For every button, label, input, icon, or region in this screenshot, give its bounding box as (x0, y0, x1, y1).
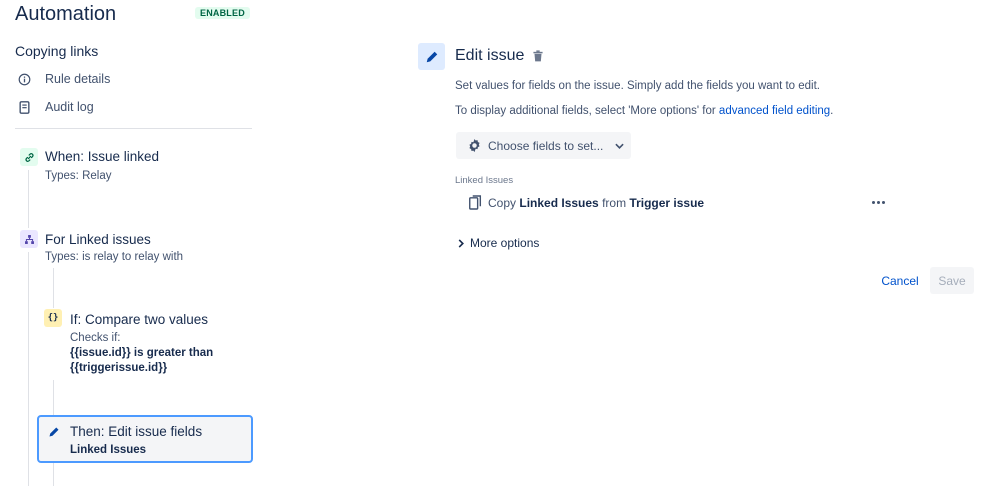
nav-rule-details-label: Rule details (45, 72, 111, 86)
branch-connector (53, 463, 54, 486)
action-subtitle: Linked Issues (70, 444, 147, 456)
branch-subtitle: Types: is relay to relay with (45, 251, 184, 263)
document-icon (16, 99, 32, 115)
rule-name: Copying links (15, 43, 99, 59)
condition-expression: {{issue.id}} is greater than (70, 347, 214, 359)
condition-title: If: Compare two values (70, 312, 209, 327)
trigger-step[interactable]: When: Issue linked Types: Relay (0, 146, 252, 186)
desc-text: To display additional fields, select 'Mo… (455, 105, 719, 117)
more-options-label: More options (470, 236, 540, 250)
trigger-title: When: Issue linked (45, 149, 160, 164)
nav-audit-log-label: Audit log (45, 100, 94, 114)
action-step-selected[interactable]: Then: Edit issue fields Linked Issues (37, 415, 253, 463)
gear-icon (467, 138, 482, 153)
branch-step[interactable]: For Linked issues Types: is relay to rel… (0, 228, 252, 268)
page-title: Automation (15, 3, 117, 25)
condition-detail: Checks if: (70, 332, 121, 344)
choose-fields-label: Choose fields to set... (488, 138, 604, 153)
copy-source: Trigger issue (629, 195, 705, 210)
branch-connector (53, 380, 54, 415)
braces-icon: {} (44, 309, 62, 327)
more-actions-icon[interactable] (868, 194, 888, 210)
chevron-right-icon (458, 238, 464, 248)
nav-audit-log[interactable]: Audit log (16, 99, 94, 115)
copy-text: Copy Linked Issues from Trigger issue (488, 196, 704, 210)
chevron-down-icon (615, 143, 625, 149)
copy-middle: from (598, 195, 630, 210)
panel-title: Edit issue (455, 47, 525, 64)
panel-description: Set values for fields on the issue. Simp… (455, 80, 821, 92)
cancel-button[interactable]: Cancel (876, 268, 924, 294)
trash-icon[interactable] (531, 49, 544, 63)
rule-sidebar: Automation ENABLED Copying links Rule de… (0, 0, 262, 486)
advanced-field-editing-link[interactable]: advanced field editing (719, 105, 830, 117)
choose-fields-button[interactable]: Choose fields to set... (456, 132, 631, 159)
copy-icon (469, 195, 482, 210)
divider (15, 128, 252, 129)
edit-issue-icon (418, 43, 445, 70)
branch-icon (20, 230, 38, 248)
linked-issues-copy-row: Copy Linked Issues from Trigger issue (469, 195, 704, 210)
info-icon (16, 71, 32, 87)
trigger-subtitle: Types: Relay (45, 170, 112, 182)
field-label-linked-issues: Linked Issues (455, 175, 514, 186)
nav-rule-details[interactable]: Rule details (16, 71, 110, 87)
panel-description-advanced: To display additional fields, select 'Mo… (455, 105, 833, 117)
condition-step[interactable]: {} If: Compare two values Checks if: {{i… (0, 308, 252, 380)
link-icon (20, 148, 38, 166)
more-options-toggle[interactable]: More options (458, 236, 539, 250)
action-title: Then: Edit issue fields (70, 424, 203, 439)
copy-prefix: Copy (488, 195, 520, 210)
branch-title: For Linked issues (45, 232, 151, 247)
branch-connector (53, 268, 54, 308)
condition-expression: {{triggerissue.id}} (70, 362, 168, 374)
status-badge: ENABLED (195, 7, 250, 19)
desc-text-end: . (830, 105, 834, 117)
pencil-icon (45, 423, 63, 441)
copy-field: Linked Issues (519, 195, 599, 210)
save-button[interactable]: Save (930, 267, 974, 294)
